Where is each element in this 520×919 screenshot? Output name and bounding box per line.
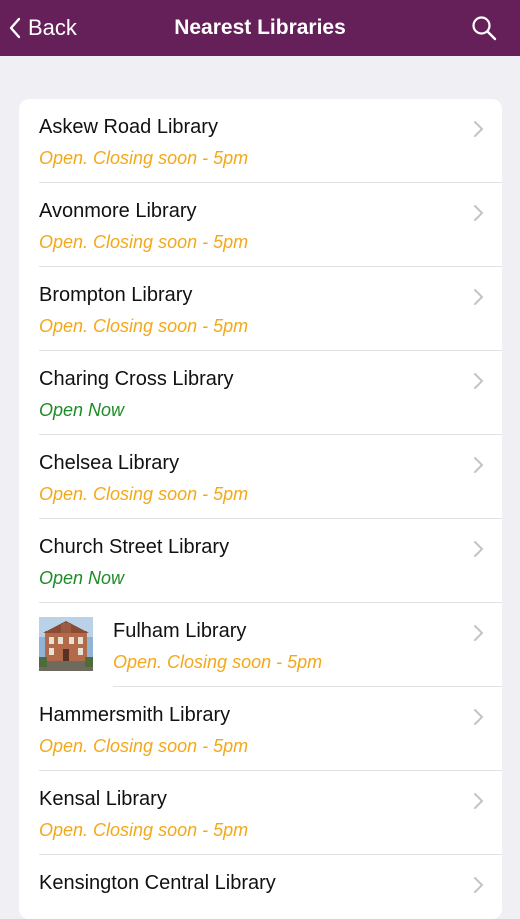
library-list: Askew Road Library Open. Closing soon - … [19, 99, 502, 919]
library-status: Open. Closing soon - 5pm [39, 232, 249, 252]
library-name: Avonmore Library [39, 200, 197, 222]
library-name: Kensal Library [39, 788, 167, 810]
chevron-right-icon [474, 709, 483, 725]
page-title: Nearest Libraries [174, 16, 346, 39]
list-item[interactable]: Kensington Central Library [19, 855, 502, 919]
chevron-right-icon [474, 205, 483, 221]
list-item[interactable]: Church Street Library Open Now [19, 519, 502, 603]
chevron-right-icon [474, 877, 483, 893]
library-name: Church Street Library [39, 536, 230, 558]
library-status: Open. Closing soon - 5pm [113, 652, 323, 672]
chevron-right-icon [474, 793, 483, 809]
chevron-right-icon [474, 289, 483, 305]
library-thumbnail [39, 617, 93, 671]
library-status: Open Now [39, 568, 125, 588]
library-name: Askew Road Library [39, 116, 218, 138]
back-button[interactable]: Back [8, 0, 77, 56]
chevron-right-icon [474, 373, 483, 389]
list-item[interactable]: Fulham Library Open. Closing soon - 5pm [19, 603, 502, 687]
library-status: Open. Closing soon - 5pm [39, 484, 249, 504]
library-name: Fulham Library [113, 620, 247, 642]
library-status: Open Now [39, 400, 125, 420]
library-status: Open. Closing soon - 5pm [39, 316, 249, 336]
library-status: Open. Closing soon - 5pm [39, 736, 249, 756]
chevron-right-icon [474, 625, 483, 641]
library-name: Brompton Library [39, 284, 193, 306]
list-item[interactable]: Avonmore Library Open. Closing soon - 5p… [19, 183, 502, 267]
list-item[interactable]: Brompton Library Open. Closing soon - 5p… [19, 267, 502, 351]
chevron-right-icon [474, 457, 483, 473]
library-name: Kensington Central Library [39, 872, 276, 894]
search-icon[interactable] [470, 14, 498, 42]
library-name: Chelsea Library [39, 452, 180, 474]
chevron-right-icon [474, 541, 483, 557]
library-status: Open. Closing soon - 5pm [39, 820, 249, 840]
list-item[interactable]: Hammersmith Library Open. Closing soon -… [19, 687, 502, 771]
library-status: Open. Closing soon - 5pm [39, 148, 249, 168]
list-item[interactable]: Chelsea Library Open. Closing soon - 5pm [19, 435, 502, 519]
list-item[interactable]: Charing Cross Library Open Now [19, 351, 502, 435]
list-item[interactable]: Kensal Library Open. Closing soon - 5pm [19, 771, 502, 855]
list-item[interactable]: Askew Road Library Open. Closing soon - … [19, 99, 502, 183]
chevron-right-icon [474, 121, 483, 137]
chevron-left-icon [9, 17, 21, 39]
library-name: Charing Cross Library [39, 368, 234, 390]
nav-bar: Back Nearest Libraries [0, 0, 520, 56]
library-name: Hammersmith Library [39, 704, 231, 726]
back-label: Back [28, 15, 77, 40]
